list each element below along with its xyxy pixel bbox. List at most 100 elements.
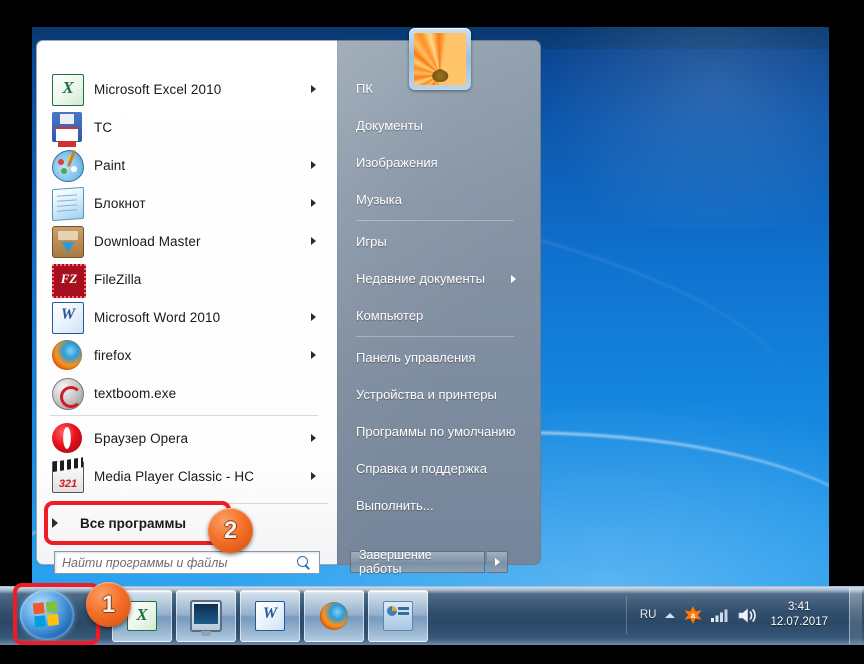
right-item-label: Музыка <box>356 192 402 207</box>
submenu-arrow-icon[interactable] <box>311 237 316 245</box>
pinned-item-firefox[interactable]: firefox <box>48 336 326 374</box>
pinned-item-label: Paint <box>94 157 126 173</box>
right-item-run[interactable]: Выполнить... <box>352 487 528 524</box>
start-menu: Microsoft Excel 2010 TC Paint Блокнот Do… <box>0 0 541 576</box>
firefox-icon <box>320 602 348 630</box>
excel-icon <box>52 74 84 106</box>
submenu-arrow-icon[interactable] <box>311 161 316 169</box>
pinned-item-label: Microsoft Excel 2010 <box>94 81 222 97</box>
right-item-documents[interactable]: Документы <box>352 107 528 144</box>
textboom-icon <box>52 378 84 410</box>
language-indicator[interactable]: RU <box>640 609 657 621</box>
pinned-item-media-player-classic[interactable]: Media Player Classic - HC <box>48 457 326 495</box>
right-item-recent-documents[interactable]: Недавние документы <box>352 260 528 297</box>
taskbar-item-control-panel[interactable] <box>368 590 428 642</box>
right-item-label: Программы по умолчанию <box>356 424 516 439</box>
right-item-label: Панель управления <box>356 350 476 365</box>
show-desktop-button[interactable] <box>849 588 862 644</box>
taskbar-item-firefox[interactable] <box>304 590 364 642</box>
annotation-highlight-start-button <box>13 583 100 645</box>
pinned-item-download-master[interactable]: Download Master <box>48 222 326 260</box>
right-item-label: Игры <box>356 234 387 249</box>
right-item-label: Выполнить... <box>356 498 434 513</box>
taskbar-item-system-monitor[interactable] <box>176 590 236 642</box>
submenu-arrow-icon[interactable] <box>311 434 316 442</box>
right-item-label: Изображения <box>356 155 438 170</box>
submenu-arrow-icon[interactable] <box>311 85 316 93</box>
wallpaper-glow <box>494 27 829 228</box>
right-item-help-and-support[interactable]: Справка и поддержка <box>352 450 528 487</box>
shutdown-control: Завершение работы <box>350 548 508 576</box>
notepad-icon <box>52 186 84 222</box>
right-item-control-panel[interactable]: Панель управления <box>352 339 528 376</box>
pinned-item-tc[interactable]: TC <box>48 108 326 146</box>
shutdown-options-button[interactable] <box>487 551 508 573</box>
taskbar-item-word[interactable] <box>240 590 300 642</box>
opera-icon <box>52 423 82 453</box>
filezilla-icon <box>52 264 86 298</box>
shutdown-button[interactable]: Завершение работы <box>350 548 486 576</box>
pinned-item-word[interactable]: Microsoft Word 2010 <box>48 298 326 336</box>
right-item-label: ПК <box>356 81 373 96</box>
pinned-item-label: FileZilla <box>94 271 142 287</box>
total-commander-icon <box>52 112 82 142</box>
search-icon[interactable] <box>296 555 312 571</box>
start-menu-right-list: ПК Документы Изображения Музыка Игры Нед… <box>352 70 528 524</box>
right-item-default-programs[interactable]: Программы по умолчанию <box>352 413 528 450</box>
system-tray: RU a 3:41 12.07.2017 <box>625 592 828 638</box>
volume-icon[interactable] <box>738 607 757 624</box>
clock-time: 3:41 <box>788 601 811 613</box>
pinned-item-label: firefox <box>94 347 132 363</box>
submenu-arrow-icon[interactable] <box>311 472 316 480</box>
annotation-highlight-all-programs <box>44 501 231 545</box>
monitor-icon <box>190 600 222 636</box>
svg-text:a: a <box>691 611 696 620</box>
submenu-arrow-icon[interactable] <box>311 199 316 207</box>
right-list-separator <box>356 220 514 221</box>
pinned-item-label: Браузер Opera <box>94 430 189 446</box>
annotation-badge-number: 1 <box>101 590 116 618</box>
pinned-item-label: TC <box>94 119 113 135</box>
triangle-right-icon <box>494 558 500 566</box>
submenu-arrow-icon[interactable] <box>511 274 516 283</box>
pinned-item-filezilla[interactable]: FileZilla <box>48 260 326 298</box>
right-item-label: Устройства и принтеры <box>356 387 497 402</box>
right-item-devices-and-printers[interactable]: Устройства и принтеры <box>352 376 528 413</box>
pinned-item-notepad[interactable]: Блокнот <box>48 184 326 222</box>
annotation-badge-2: 2 <box>208 508 253 553</box>
search-placeholder: Найти программы и файлы <box>62 555 228 570</box>
submenu-arrow-icon[interactable] <box>311 351 316 359</box>
right-list-separator <box>356 336 514 337</box>
pinned-item-label: Microsoft Word 2010 <box>94 309 221 325</box>
right-item-computer[interactable]: Компьютер <box>352 297 528 334</box>
clock-date: 12.07.2017 <box>770 616 828 628</box>
network-signal-icon[interactable] <box>711 607 729 623</box>
pinned-item-opera[interactable]: Браузер Opera <box>48 419 326 457</box>
paint-icon <box>52 150 84 182</box>
right-item-label: Компьютер <box>356 308 424 323</box>
pinned-item-label: Download Master <box>94 233 201 249</box>
clock[interactable]: 3:41 12.07.2017 <box>770 600 828 630</box>
triangle-up-icon[interactable] <box>665 612 676 618</box>
pinned-item-paint[interactable]: Paint <box>48 146 326 184</box>
download-master-icon <box>52 226 84 258</box>
firefox-icon <box>52 340 82 370</box>
user-avatar[interactable] <box>409 28 471 90</box>
word-icon <box>255 601 285 631</box>
control-panel-icon <box>383 601 413 631</box>
right-item-music[interactable]: Музыка <box>352 181 528 218</box>
pinned-item-label: Блокнот <box>94 195 146 211</box>
avast-icon[interactable]: a <box>684 606 703 624</box>
right-item-pictures[interactable]: Изображения <box>352 144 528 181</box>
pinned-list-separator <box>50 415 318 416</box>
annotation-badge-number: 2 <box>223 516 238 544</box>
submenu-arrow-icon[interactable] <box>311 313 316 321</box>
pinned-item-excel[interactable]: Microsoft Excel 2010 <box>48 70 326 108</box>
right-item-label: Справка и поддержка <box>356 461 487 476</box>
pinned-item-textboom[interactable]: textboom.exe <box>48 374 326 412</box>
right-item-games[interactable]: Игры <box>352 223 528 260</box>
pinned-programs-list: Microsoft Excel 2010 TC Paint Блокнот Do… <box>48 70 326 495</box>
search-input[interactable]: Найти программы и файлы <box>54 551 320 574</box>
right-item-label: Недавние документы <box>356 271 485 286</box>
media-player-classic-icon <box>52 461 84 493</box>
